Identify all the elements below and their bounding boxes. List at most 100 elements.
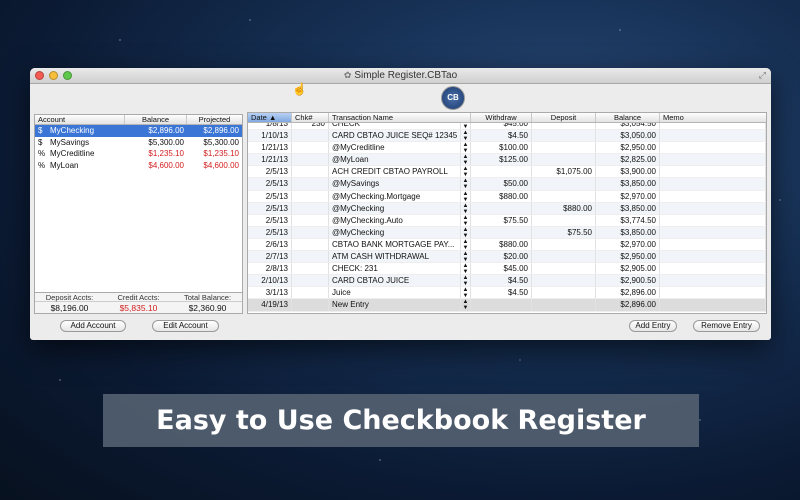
chk-cell	[292, 226, 329, 238]
balance-cell: $3,850.00	[596, 226, 660, 238]
balance-cell: $3,900.00	[596, 166, 660, 178]
stepper-icon[interactable]: ▲▼	[461, 166, 471, 178]
withdraw-cell: $125.00	[471, 154, 532, 166]
stepper-icon[interactable]: ▲▼	[461, 202, 471, 214]
stepper-icon[interactable]: ▲▼	[461, 251, 471, 263]
account-balance: $4,600.00	[148, 160, 184, 170]
chk-cell	[292, 299, 329, 311]
withdraw-cell: $880.00	[471, 190, 532, 202]
register-row[interactable]: 1/10/13 CARD CBTAO JUICE SEQ# 12345 ▲ ▼ $4.5…	[248, 130, 766, 143]
account-projected: $5,300.00	[203, 137, 239, 147]
balance-cell: $2,970.00	[596, 238, 660, 251]
stepper-icon[interactable]: ▲▼	[461, 263, 471, 275]
account-row[interactable]: $ MyChecking $2,896.00 $2,896.00	[35, 125, 242, 137]
account-name: MyLoan	[50, 160, 79, 170]
total-balance-value: $2,360.90	[188, 303, 227, 313]
name-cell: Juice	[329, 287, 461, 299]
deposit-cell: $75.50	[532, 226, 596, 238]
deposit-cell: $1,075.00	[532, 166, 596, 178]
stepper-icon[interactable]: ▲▼	[461, 190, 471, 202]
register-row[interactable]: 2/5/13 @MyChecking ▲ ▼ $75.50 $3,850.00	[248, 226, 766, 239]
account-type-symbol: $	[38, 126, 43, 135]
name-cell: ATM CASH WITHDRAWAL	[329, 251, 461, 263]
title-bar[interactable]: ✿ Simple Register.CBTao ⤢	[30, 68, 771, 84]
date-cell: 2/10/13	[248, 275, 292, 287]
register-row[interactable]: 1/21/13 @MyCreditline ▲ ▼ $100.00 $2,950.00	[248, 142, 766, 155]
balance-cell: $3,774.50	[596, 214, 660, 226]
register-row[interactable]: 2/5/13 @MySavings ▲ ▼ $50.00 $3,850.00	[248, 178, 766, 191]
withdraw-cell: $20.00	[471, 251, 532, 263]
withdraw-cell: $75.50	[471, 214, 532, 226]
name-cell: @MyChecking	[329, 226, 461, 238]
register-row[interactable]: 2/8/13 CHECK: 231 ▲ ▼ $45.00 $2,905.00	[248, 263, 766, 276]
balance-cell: $3,050.00	[596, 130, 660, 142]
deposit-cell	[532, 130, 596, 142]
account-row[interactable]: $ MySavings $5,300.00 $5,300.00	[35, 137, 242, 149]
register-row[interactable]: 2/10/13 CARD CBTAO JUICE ▲ ▼ $4.50 $2,900.50	[248, 275, 766, 288]
col-projected-header[interactable]: Projected	[187, 115, 242, 124]
col-withdraw-header[interactable]: Withdraw	[471, 113, 532, 122]
promo-banner: Easy to Use Checkbook Register	[103, 394, 699, 447]
date-cell: 2/6/13	[248, 238, 292, 251]
memo-cell	[660, 299, 766, 311]
fullscreen-icon[interactable]: ⤢	[759, 70, 766, 81]
date-cell: 1/21/13	[248, 154, 292, 166]
credit-accts-value: $5,835.10	[119, 303, 158, 313]
name-cell: CARD CBTAO JUICE SEQ# 12345	[329, 130, 461, 142]
register-row[interactable]: 3/1/13 Juice ▲ ▼ $4.50 $2,896.00	[248, 287, 766, 300]
col-date-header[interactable]: Date ▲	[248, 113, 292, 122]
deposit-accts-label: Deposit Accts:	[45, 293, 94, 302]
date-cell: 4/19/13	[248, 299, 292, 311]
account-row[interactable]: % MyCreditline $1,235.10 $1,235.10	[35, 148, 242, 160]
withdraw-cell: $50.00	[471, 178, 532, 190]
col-balance-header[interactable]: Balance	[596, 113, 660, 122]
register-row[interactable]: 2/7/13 ATM CASH WITHDRAWAL ▲ ▼ $20.00 $2,950.…	[248, 251, 766, 264]
account-row[interactable]: % MyLoan $4,600.00 $4,600.00	[35, 160, 242, 172]
register-rows: 1/8/13230CHECK▲▼$45.00$3,054.501/10/13CA…	[248, 118, 766, 312]
remove-entry-button[interactable]: Remove Entry	[693, 320, 760, 332]
stepper-icon[interactable]: ▲▼	[461, 142, 471, 154]
date-cell: 2/8/13	[248, 263, 292, 275]
name-cell: CARD CBTAO JUICE	[329, 275, 461, 287]
chk-cell	[292, 130, 329, 142]
register-row[interactable]: 2/5/13 @MyChecking.Auto ▲ ▼ $75.50 $3,774.50	[248, 214, 766, 227]
stepper-icon[interactable]: ▲▼	[461, 275, 471, 287]
add-account-button[interactable]: Add Account	[60, 320, 126, 332]
memo-cell	[660, 226, 766, 238]
total-balance-label: Total Balance:	[183, 293, 232, 302]
stepper-icon[interactable]: ▲▼	[461, 214, 471, 226]
register-row[interactable]: 2/5/13 @MyChecking ▲ ▼ $880.00 $3,850.00	[248, 202, 766, 215]
col-deposit-header[interactable]: Deposit	[532, 113, 596, 122]
deposit-accts-value: $8,196.00	[50, 303, 89, 313]
stepper-icon[interactable]: ▲▼	[461, 287, 471, 299]
name-cell: @MyChecking	[329, 202, 461, 214]
col-name-header[interactable]: Transaction Name	[329, 113, 471, 122]
register-row[interactable]: 2/5/13 @MyChecking.Mortgage ▲ ▼ $880.00 $2,97…	[248, 190, 766, 203]
add-entry-button[interactable]: Add Entry	[629, 320, 677, 332]
register-row[interactable]: 4/19/13 New Entry ▲ ▼ $2,896.00	[248, 299, 766, 312]
col-memo-header[interactable]: Memo	[660, 113, 766, 122]
stepper-icon[interactable]: ▲▼	[461, 226, 471, 238]
stepper-icon[interactable]: ▲▼	[461, 238, 471, 251]
register-row[interactable]: 1/21/13 @MyLoan ▲ ▼ $125.00 $2,825.00	[248, 154, 766, 167]
stepper-icon[interactable]: ▲▼	[461, 154, 471, 166]
stepper-icon[interactable]: ▲▼	[461, 299, 471, 311]
name-cell: CHECK: 231	[329, 263, 461, 275]
chk-cell	[292, 202, 329, 214]
account-balance: $2,896.00	[148, 126, 184, 135]
col-chk-header[interactable]: Chk#	[292, 113, 329, 122]
account-name: MyChecking	[50, 126, 95, 135]
accounts-list: $ MyChecking $2,896.00 $2,896.00 $ MySavings $…	[35, 125, 242, 171]
edit-account-button[interactable]: Edit Account	[152, 320, 219, 332]
register-row[interactable]: 2/5/13 ACH CREDIT CBTAO PAYROLL ▲ ▼ $1,075.0…	[248, 166, 766, 179]
memo-cell	[660, 263, 766, 275]
stepper-icon[interactable]: ▲▼	[461, 130, 471, 142]
col-balance-header[interactable]: Balance	[125, 115, 187, 124]
withdraw-cell: $100.00	[471, 142, 532, 154]
balance-cell: $3,850.00	[596, 202, 660, 214]
register-row[interactable]: 2/6/13 CBTAO BANK MORTGAGE PAY... ▲ ▼ $880.0…	[248, 238, 766, 252]
stepper-icon[interactable]: ▲▼	[461, 178, 471, 190]
deposit-cell	[532, 154, 596, 166]
withdraw-cell	[471, 226, 532, 238]
col-account-header[interactable]: Account	[35, 115, 125, 124]
